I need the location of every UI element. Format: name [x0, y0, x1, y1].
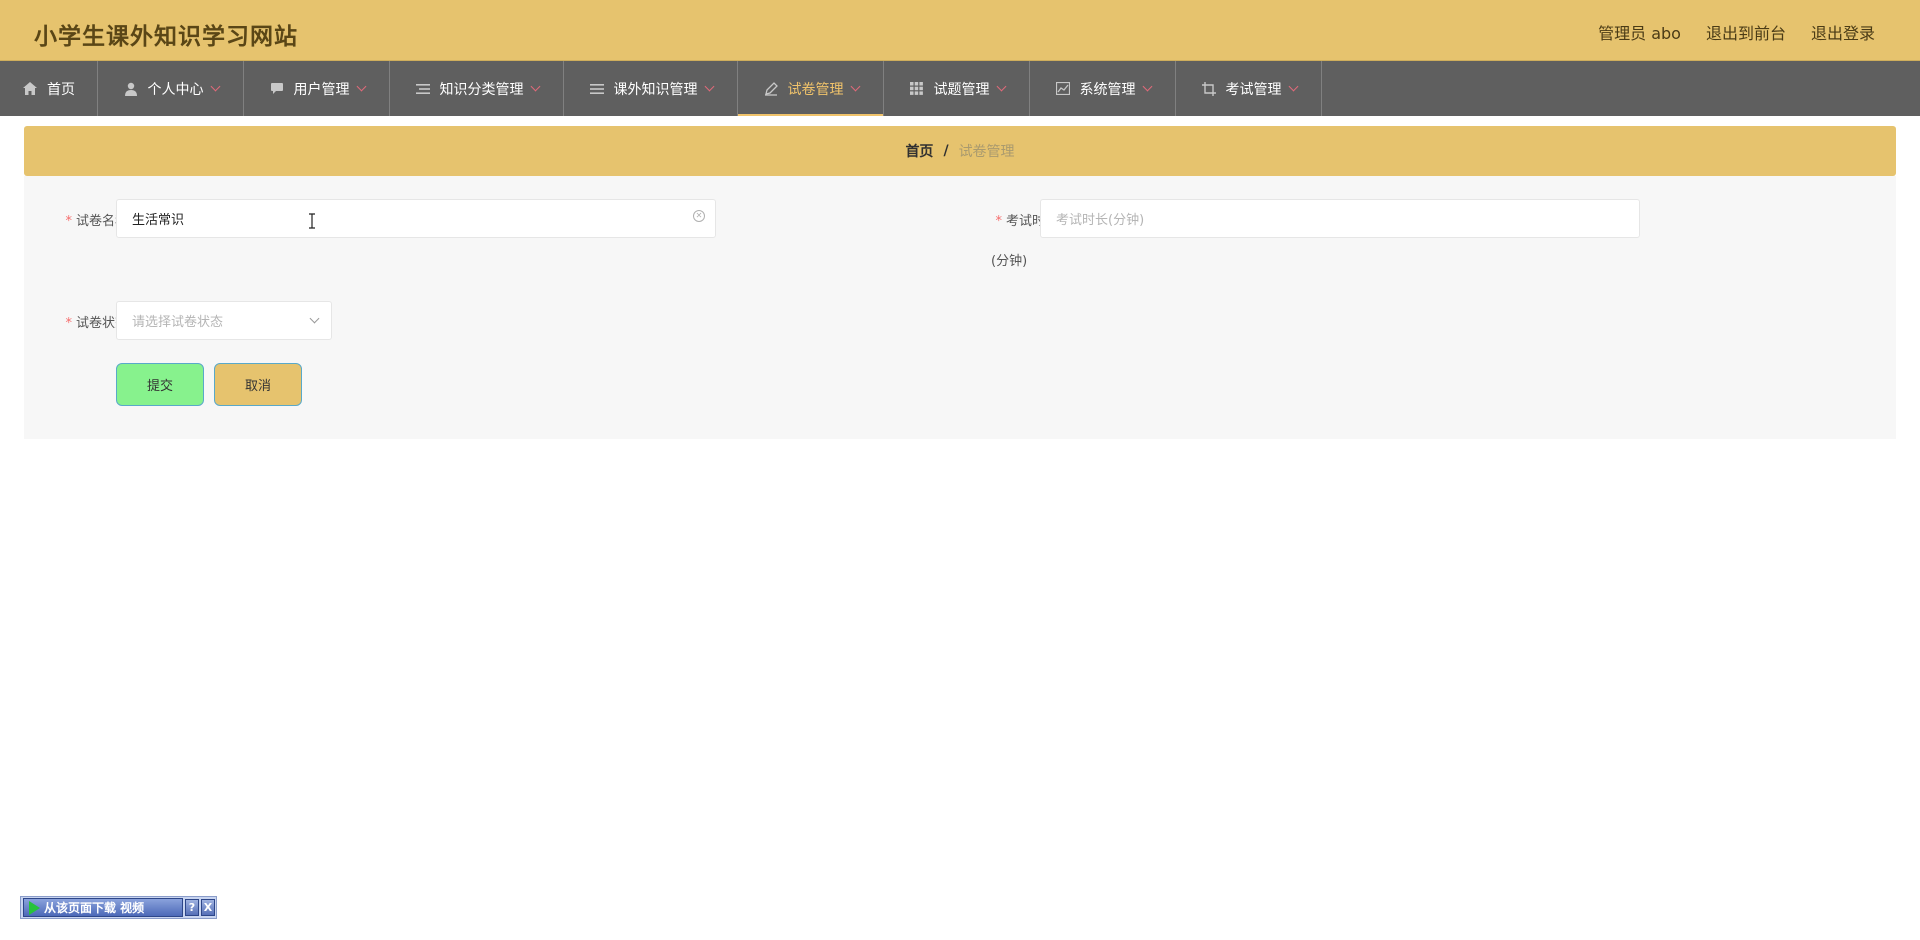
close-button[interactable]: X [201, 899, 215, 916]
chevron-down-icon [530, 81, 540, 91]
play-icon [29, 900, 40, 915]
text-cursor-icon [309, 213, 315, 229]
chevron-down-icon [1288, 81, 1298, 91]
site-title: 小学生课外知识学习网站 [34, 24, 298, 50]
duration-placeholder: 考试时长(分钟) [1056, 213, 1145, 228]
paper-status-label: * 试卷状态 [38, 312, 128, 331]
cancel-button[interactable]: 取消 [214, 363, 302, 406]
nav-label: 课外知识管理 [613, 81, 698, 98]
chevron-down-icon [850, 81, 860, 91]
breadcrumb-home[interactable]: 首页 [905, 141, 933, 161]
nav-label: 知识分类管理 [439, 81, 524, 98]
nav-item-questions[interactable]: 试题管理 [884, 61, 1030, 116]
nav-item-knowledge[interactable]: 课外知识管理 [564, 61, 738, 116]
required-mark: * [65, 316, 72, 331]
download-video-button[interactable]: 从该页面下载 视频 [23, 898, 183, 917]
header-links: 管理员 abo 退出到前台 退出登录 [1598, 20, 1875, 44]
nav-label: 系统管理 [1079, 81, 1136, 98]
clear-icon[interactable]: ✕ [693, 210, 705, 222]
chevron-down-icon [210, 81, 220, 91]
grid-icon [909, 81, 925, 97]
chart-icon [1055, 81, 1071, 97]
admin-user-label: 管理员 abo [1598, 24, 1681, 43]
chevron-down-icon [704, 81, 714, 91]
nav-label: 首页 [47, 81, 75, 98]
exam-paper-form: * 试卷名称 生活常识 ✕ * 考试时长 考试时长(分钟) (分钟) * 试卷状态 请… [24, 176, 1896, 439]
duration-input[interactable]: 考试时长(分钟) [1040, 199, 1640, 238]
paper-name-label: * 试卷名称 [38, 210, 128, 229]
nav-item-exam[interactable]: 考试管理 [1176, 61, 1322, 116]
help-button[interactable]: ? [185, 899, 199, 916]
nav-item-users[interactable]: 用户管理 [244, 61, 390, 116]
paper-name-value: 生活常识 [132, 213, 185, 228]
logout-link[interactable]: 退出登录 [1811, 20, 1875, 44]
chevron-down-icon [1142, 81, 1152, 91]
download-widget: 从该页面下载 视频 ? X [20, 896, 217, 919]
menu-icon [589, 81, 605, 97]
required-mark: * [65, 214, 72, 229]
chevron-down-icon [309, 313, 320, 324]
chevron-down-icon [356, 81, 366, 91]
status-placeholder: 请选择试卷状态 [132, 315, 224, 330]
nav-item-profile[interactable]: 个人中心 [98, 61, 244, 116]
nav-item-system[interactable]: 系统管理 [1030, 61, 1176, 116]
main-nav: 首页 个人中心 用户管理 知识分类管理 课外知识管理 试卷管理 试题管理 系统管… [0, 61, 1920, 116]
nav-label: 用户管理 [293, 81, 350, 98]
nav-item-home[interactable]: 首页 [0, 61, 98, 116]
user-icon [123, 81, 139, 97]
back-to-front-link[interactable]: 退出到前台 [1706, 20, 1786, 44]
list-icon [415, 81, 431, 97]
nav-label: 考试管理 [1225, 81, 1282, 98]
breadcrumb-current: 试卷管理 [958, 144, 1015, 160]
breadcrumb-separator: / [943, 143, 949, 159]
nav-label: 个人中心 [147, 81, 204, 98]
nav-label: 试题管理 [933, 81, 990, 98]
required-mark: * [995, 214, 1002, 229]
nav-label: 试卷管理 [787, 81, 844, 98]
home-icon [22, 81, 38, 97]
paper-status-select[interactable]: 请选择试卷状态 [116, 301, 332, 340]
top-header: 小学生课外知识学习网站 管理员 abo 退出到前台 退出登录 [0, 0, 1920, 61]
chevron-down-icon [996, 81, 1006, 91]
nav-item-category[interactable]: 知识分类管理 [390, 61, 564, 116]
submit-button[interactable]: 提交 [116, 363, 204, 406]
duration-unit: (分钟) [991, 254, 1028, 269]
paper-name-input[interactable]: 生活常识 ✕ [116, 199, 716, 238]
chat-icon [269, 81, 285, 97]
crop-icon [1201, 81, 1217, 97]
nav-item-exam-paper[interactable]: 试卷管理 [738, 61, 884, 116]
breadcrumb: 首页 / 试卷管理 [24, 126, 1896, 176]
pen-icon [763, 81, 779, 97]
download-label: 从该页面下载 视频 [44, 901, 145, 915]
